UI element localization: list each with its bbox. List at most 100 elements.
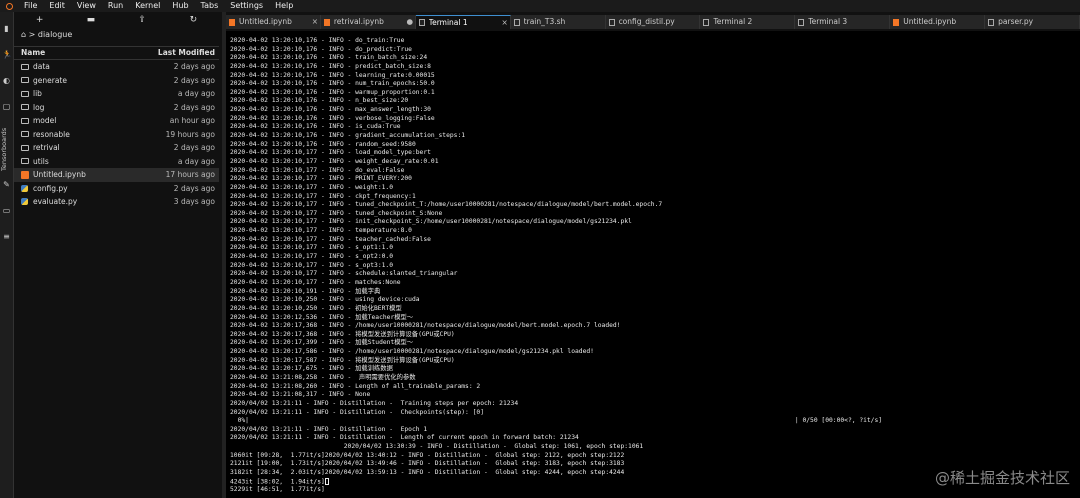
file-modified: 2 days ago <box>173 62 215 71</box>
file-name: generate <box>33 75 67 85</box>
folder-icon <box>21 155 33 169</box>
activity-bar: ▮ 🏃 ◐ ▢ Tensorboards ✎ ▭ ≡ <box>0 12 14 498</box>
terminal-line: 2020-04-02 13:21:08,258 - INFO - 声明需要优化的… <box>230 373 416 381</box>
folder-icon <box>21 60 33 74</box>
folder-icon <box>21 101 33 115</box>
file-name: evaluate.py <box>33 197 78 206</box>
menu-file[interactable]: File <box>18 0 43 12</box>
file-name: lib <box>33 89 42 98</box>
palette-icon[interactable]: ◐ <box>2 76 11 85</box>
file-list-item[interactable]: resonable 19 hours ago <box>14 128 219 142</box>
terminal-line: 2020-04-02 13:20:17,675 - INFO - 加载训练数据 <box>230 365 393 373</box>
terminal-line: 2020-04-02 13:20:10,177 - INFO - do_eval… <box>230 166 405 174</box>
terminal-line: 2020-04-02 13:20:10,177 - INFO - tempera… <box>230 227 412 235</box>
wrench-icon[interactable]: ✎ <box>2 180 11 189</box>
terminal-line: 2020-04-02 13:20:17,399 - INFO - 加载Stude… <box>230 339 414 347</box>
tab-terminal-3[interactable]: Terminal 3 <box>795 15 891 29</box>
terminal-line: 2020-04-02 13:20:10,177 - INFO - ckpt_fr… <box>230 192 416 200</box>
tab-parser-py[interactable]: parser.py <box>985 15 1080 29</box>
folder-icon[interactable]: ▮ <box>2 24 11 33</box>
tensorboards-tab[interactable]: Tensorboards <box>0 124 13 174</box>
terminal-line: 2020-04-02 13:20:10,177 - INFO - weight_… <box>230 157 439 165</box>
menu-settings[interactable]: Settings <box>224 0 269 12</box>
tab-label: config_distil.py <box>618 17 675 26</box>
terminal-line: 2020-04-02 13:20:10,176 - INFO - warmup_… <box>230 88 435 96</box>
terminal-line: 2020-04-02 13:20:10,176 - INFO - train_b… <box>230 54 428 62</box>
file-list-item[interactable]: retrival 2 days ago <box>14 141 219 155</box>
terminal-line: 2020-04-02 13:20:10,191 - INFO - 加载字典 <box>230 287 381 295</box>
tabs-icon[interactable]: ▢ <box>2 102 11 111</box>
terminal-line: 2020-04-02 13:20:17,368 - INFO - /home/u… <box>230 322 621 330</box>
tab-label: Untitled.ipynb <box>903 17 957 26</box>
breadcrumb-current[interactable]: dialogue <box>38 30 72 39</box>
tab-config-distil-py[interactable]: config_distil.py <box>605 15 701 29</box>
file-list-item[interactable]: log 2 days ago <box>14 101 219 115</box>
file-list-item[interactable]: config.py 2 days ago <box>14 182 219 196</box>
close-icon[interactable]: × <box>500 16 510 30</box>
file-list-item[interactable]: evaluate.py 3 days ago <box>14 195 219 209</box>
tab-retrival-ipynb[interactable]: retrival.ipynb ● <box>320 15 416 29</box>
file-name: Untitled.ipynb <box>33 170 86 179</box>
menu-kernel[interactable]: Kernel <box>129 0 166 12</box>
file-list-item[interactable]: data 2 days ago <box>14 60 219 74</box>
tab-label: retrival.ipynb <box>333 17 384 26</box>
file-list-item[interactable]: lib a day ago <box>14 87 219 101</box>
home-icon[interactable]: ⌂ <box>21 30 26 39</box>
column-modified[interactable]: Last Modified <box>135 47 219 59</box>
terminal-line: 2020-04-02 13:20:10,250 - INFO - using d… <box>230 296 420 304</box>
terminal-line: 2020-04-02 13:20:10,176 - INFO - verbose… <box>230 114 435 122</box>
menu-edit[interactable]: Edit <box>43 0 71 12</box>
terminal-line: 2020-04-02 13:20:10,176 - INFO - random_… <box>230 140 416 148</box>
file-modified: 19 hours ago <box>165 129 215 139</box>
terminal-icon <box>798 18 805 26</box>
list-icon[interactable]: ≡ <box>2 232 11 241</box>
terminal-line: 2020/04/02 13:21:11 - INFO - Distillatio… <box>230 399 519 407</box>
terminal-line: 2020/04/02 13:30:39 - INFO - Distillatio… <box>230 443 644 451</box>
terminal-line: 2020-04-02 13:20:10,177 - INFO - tuned_c… <box>230 201 663 209</box>
terminal-panel[interactable]: 2020-04-02 13:20:10,176 - INFO - do_trai… <box>226 31 1080 498</box>
tab-label: train_T3.sh <box>523 17 566 26</box>
file-list-item[interactable]: Untitled.ipynb 17 hours ago <box>14 168 219 182</box>
terminal-line: 2020-04-02 13:20:10,177 - INFO - PRINT_E… <box>230 175 412 183</box>
tab-untitled-ipynb[interactable]: Untitled.ipynb × <box>226 15 321 29</box>
breadcrumb: ⌂ > dialogue <box>21 30 73 39</box>
menu-tabs[interactable]: Tabs <box>195 0 225 12</box>
tab-untitled-ipynb[interactable]: Untitled.ipynb <box>890 15 986 29</box>
running-icon[interactable]: 🏃 <box>2 50 12 59</box>
notebook-icon <box>21 168 33 182</box>
terminal-line: 2020-04-02 13:20:10,176 - INFO - predict… <box>230 62 431 70</box>
folder-icon <box>21 87 33 101</box>
terminal-line: 2020-04-02 13:20:10,177 - INFO - teacher… <box>230 235 431 243</box>
terminal-line: 0%| | 0/50 [00:00<?, ?it/s] <box>230 417 883 425</box>
tab-terminal-1[interactable]: Terminal 1 × <box>415 15 511 30</box>
unsaved-dot-icon[interactable]: ● <box>405 15 415 29</box>
tab-train-t3-sh[interactable]: train_T3.sh <box>510 15 606 29</box>
notebook-icon <box>893 18 900 26</box>
column-name[interactable]: Name <box>14 47 135 59</box>
terminal-line: 2020-04-02 13:20:10,177 - INFO - s_opt2:… <box>230 253 394 261</box>
tab-label: Terminal 2 <box>713 17 753 26</box>
window-icon[interactable]: ▭ <box>2 206 11 215</box>
terminal-line: 2020-04-02 13:20:10,177 - INFO - matches… <box>230 278 401 286</box>
file-list-item[interactable]: utils a day ago <box>14 155 219 169</box>
folder-icon <box>21 141 33 155</box>
python-file-icon <box>21 195 33 209</box>
tab-terminal-2[interactable]: Terminal 2 <box>700 15 796 29</box>
menu-view[interactable]: View <box>71 0 102 12</box>
file-list-item[interactable]: model an hour ago <box>14 114 219 128</box>
file-modified: a day ago <box>177 89 215 98</box>
menu-run[interactable]: Run <box>102 0 129 12</box>
file-list-item[interactable]: generate 2 days ago <box>14 74 219 88</box>
file-name: log <box>33 102 45 112</box>
menu-help[interactable]: Help <box>269 0 299 12</box>
menu-hub[interactable]: Hub <box>166 0 194 12</box>
upload-button[interactable]: ⇪ <box>117 15 168 25</box>
terminal-line: 2020-04-02 13:20:10,176 - INFO - num_tra… <box>230 80 435 88</box>
file-browser-toolbar: + ▬ ⇪ ↻ <box>14 12 219 28</box>
refresh-button[interactable]: ↻ <box>168 15 219 25</box>
new-launcher-button[interactable]: + <box>14 15 65 25</box>
new-folder-button[interactable]: ▬ <box>65 15 116 25</box>
terminal-line: 2020-04-02 13:20:10,176 - INFO - is_cuda… <box>230 123 401 131</box>
terminal-line: 2020-04-02 13:20:10,176 - INFO - gradien… <box>230 132 466 140</box>
close-icon[interactable]: × <box>310 15 320 29</box>
